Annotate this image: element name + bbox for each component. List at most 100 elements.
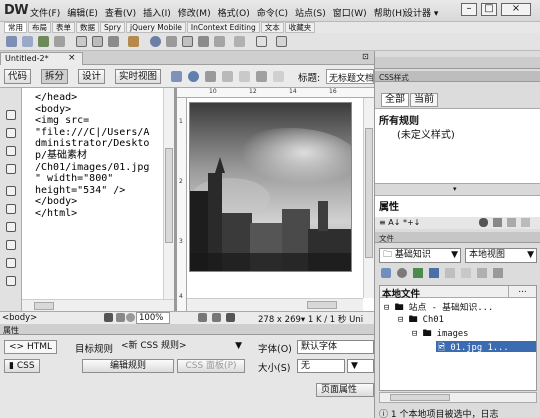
table-icon[interactable] — [54, 36, 65, 47]
file-management-icon[interactable] — [256, 71, 267, 82]
scroll-thumb[interactable] — [365, 128, 373, 258]
design-view[interactable]: 10 12 14 16 1 2 3 4 — [177, 88, 374, 311]
panel-collapse-bar[interactable] — [375, 57, 540, 69]
tag-chooser-icon[interactable] — [256, 36, 267, 47]
menu-help[interactable]: 帮助(H) — [374, 6, 406, 19]
expand-icon[interactable] — [493, 268, 503, 278]
site-select[interactable]: 🗀 基础知识 ▼ — [379, 248, 461, 263]
workspace-switcher[interactable]: 设计器 ▾ — [404, 6, 438, 19]
menu-site[interactable]: 站点(S) — [295, 6, 326, 19]
size-column-header[interactable]: ... — [508, 286, 536, 297]
css-tab-current[interactable]: 当前 — [410, 93, 438, 107]
preview-icon[interactable] — [222, 71, 233, 82]
design-horizontal-scrollbar[interactable] — [187, 298, 363, 311]
menu-file[interactable]: 文件(F) — [30, 6, 60, 19]
page-properties-button[interactable]: 页面属性 — [316, 383, 374, 397]
line-numbers-icon[interactable] — [6, 222, 16, 232]
insert-tab-jquery-mobile[interactable]: jQuery Mobile — [126, 22, 186, 33]
select-tool-icon[interactable] — [104, 313, 113, 322]
inspect-icon[interactable] — [171, 71, 182, 82]
design-view-button[interactable]: 设计 — [78, 69, 106, 84]
css-mode-button[interactable]: ▮ CSS — [4, 359, 40, 373]
size-unit-select[interactable]: ▼ — [347, 359, 374, 373]
open-documents-icon[interactable] — [6, 110, 16, 120]
code-horizontal-scrollbar[interactable] — [22, 299, 174, 311]
expand-all-icon[interactable] — [6, 164, 16, 174]
head-icon[interactable] — [198, 36, 209, 47]
design-vertical-scrollbar[interactable] — [363, 98, 374, 298]
refresh-icon[interactable] — [273, 71, 284, 82]
widget-icon[interactable] — [276, 36, 287, 47]
scroll-thumb[interactable] — [307, 301, 337, 309]
image-icon[interactable] — [108, 36, 119, 47]
sync-icon[interactable] — [477, 268, 487, 278]
get-files-icon[interactable] — [413, 268, 423, 278]
target-rule-select[interactable]: <新 CSS 规则> ▼ — [118, 340, 245, 354]
new-rule-icon[interactable] — [493, 218, 502, 227]
collapse-tag-icon[interactable] — [6, 128, 16, 138]
templates-icon[interactable] — [234, 36, 245, 47]
hyperlink-icon[interactable] — [6, 36, 17, 47]
css-properties-pane[interactable]: 属性 — [375, 195, 540, 217]
menu-view[interactable]: 查看(V) — [105, 6, 136, 19]
mobile-size-icon[interactable] — [198, 313, 207, 322]
menu-insert[interactable]: 插入(I) — [143, 6, 171, 19]
media-icon[interactable] — [128, 36, 139, 47]
code-editor[interactable]: </head> <body> <img src= "file:///C|/Use… — [22, 88, 174, 299]
select-parent-tag-icon[interactable] — [6, 186, 16, 196]
apply-comment-icon[interactable] — [6, 258, 16, 268]
close-icon[interactable]: × — [68, 53, 76, 63]
zoom-tool-icon[interactable] — [126, 313, 135, 322]
insert-tab-layout[interactable]: 布局 — [28, 22, 51, 33]
script-icon[interactable] — [214, 36, 225, 47]
check-in-icon[interactable] — [461, 268, 471, 278]
highlight-invalid-icon[interactable] — [6, 240, 16, 250]
minimize-button[interactable]: – — [461, 3, 477, 16]
balance-braces-icon[interactable] — [6, 204, 16, 214]
connect-icon[interactable] — [381, 268, 391, 278]
insert-tab-forms[interactable]: 表单 — [52, 22, 75, 33]
insert-tab-spry[interactable]: Spry — [100, 22, 126, 33]
attach-stylesheet-icon[interactable] — [479, 218, 488, 227]
inserted-photo[interactable] — [189, 102, 352, 272]
files-horizontal-scrollbar[interactable] — [379, 392, 537, 403]
tag-selector[interactable]: <body> — [2, 313, 37, 323]
css-tab-all[interactable]: 全部 — [381, 93, 409, 107]
menu-format[interactable]: 格式(O) — [218, 6, 250, 19]
tablet-size-icon[interactable] — [212, 313, 221, 322]
zoom-select[interactable]: 100% — [136, 312, 170, 324]
tree-item-images[interactable]: ⊟ 🖿 images — [412, 327, 468, 342]
multiscreen-icon[interactable] — [205, 71, 216, 82]
files-panel-header[interactable]: 文件 — [375, 232, 540, 243]
live-view-button[interactable]: 实时视图 — [115, 69, 162, 84]
date-icon[interactable] — [150, 36, 161, 47]
category-view-icon[interactable]: ≡ A↓ *+↓ — [379, 218, 420, 227]
refresh-icon[interactable] — [397, 268, 407, 278]
insert-tab-incontext[interactable]: InContext Editing — [186, 22, 260, 33]
desktop-size-icon[interactable] — [226, 313, 235, 322]
close-button[interactable]: × — [501, 3, 531, 16]
menu-commands[interactable]: 命令(C) — [257, 6, 288, 19]
scroll-thumb[interactable] — [390, 394, 450, 401]
insert-tab-favorites[interactable]: 收藏夹 — [284, 22, 316, 33]
menu-edit[interactable]: 编辑(E) — [67, 6, 98, 19]
css-rules-pane[interactable]: 所有规则 (未定义样式) — [375, 108, 540, 183]
split-view-button[interactable]: 拆分 — [41, 69, 69, 84]
visual-aids-icon[interactable] — [239, 71, 250, 82]
scroll-thumb[interactable] — [34, 302, 54, 310]
maximize-button[interactable]: □ — [481, 3, 497, 16]
server-side-icon[interactable] — [166, 36, 177, 47]
size-select[interactable]: 无 — [297, 359, 345, 373]
insert-tab-data[interactable]: 数据 — [76, 22, 99, 33]
css-panel-button[interactable]: CSS 面板(P) — [177, 359, 245, 373]
wrap-tag-icon[interactable] — [6, 276, 16, 286]
font-select[interactable]: 默认字体 — [297, 340, 374, 354]
edit-rule-button[interactable]: 编辑规则 — [82, 359, 174, 373]
scroll-thumb[interactable] — [165, 148, 173, 243]
tree-item-ch01[interactable]: ⊟ 🖿 Ch01 — [398, 313, 444, 328]
css-styles-header[interactable]: CSS样式 — [375, 71, 540, 82]
put-files-icon[interactable] — [429, 268, 439, 278]
menu-window[interactable]: 窗口(W) — [333, 6, 367, 19]
code-vertical-scrollbar[interactable] — [163, 88, 174, 299]
menu-modify[interactable]: 修改(M) — [178, 6, 211, 19]
